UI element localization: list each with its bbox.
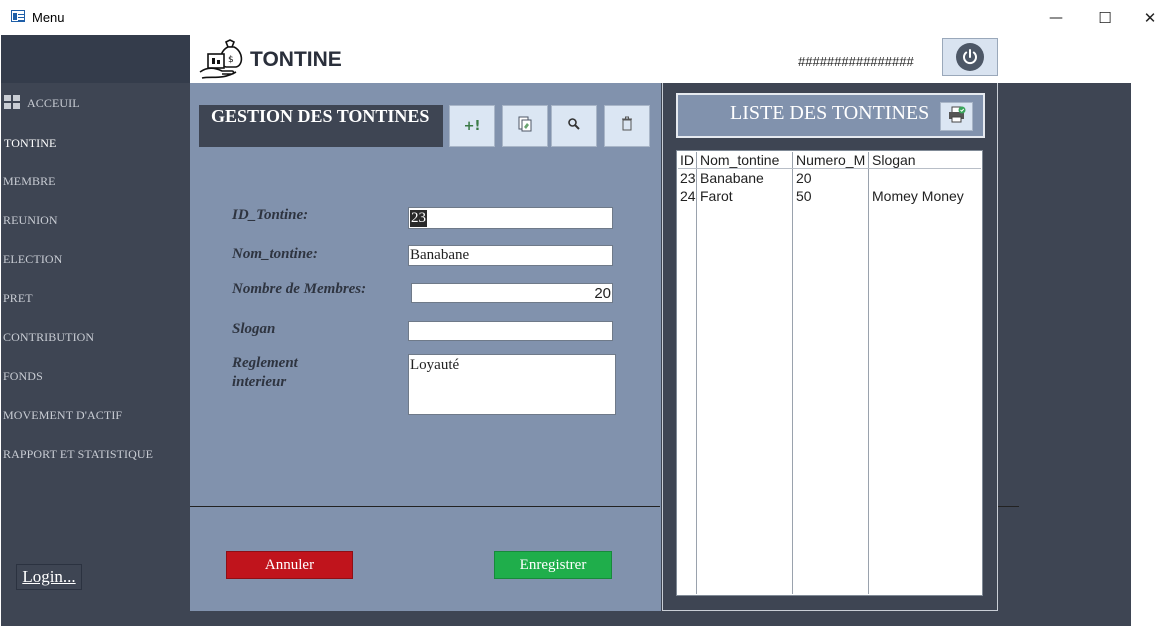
tontine-list[interactable] (676, 150, 983, 596)
window-title: Menu (32, 10, 65, 25)
sidebar-item-tontine[interactable]: TONTINE (4, 136, 56, 151)
add-button[interactable]: +! (449, 105, 495, 147)
edit-document-icon (516, 115, 534, 138)
column-header-nom-tontine[interactable]: Nom_tontine (700, 152, 792, 168)
column-header-numero-m[interactable]: Numero_M (796, 152, 868, 168)
header-divider (678, 168, 981, 169)
list-title: LISTE DES TONTINES (730, 102, 930, 124)
trash-icon (620, 116, 634, 137)
nom-tontine-label: Nom_tontine: (232, 246, 318, 262)
list-cell-id[interactable]: 23 (680, 170, 696, 186)
interieur-label: interieur (232, 374, 287, 390)
title-bar (0, 0, 1169, 35)
reglement-interieur-field[interactable]: Loyauté (408, 354, 616, 415)
app-form-icon (11, 10, 25, 22)
slogan-field[interactable] (408, 321, 613, 341)
sidebar-item-pret[interactable]: PRET (3, 291, 33, 306)
nombre-membres-label: Nombre de Membres: (232, 281, 367, 297)
column-divider (792, 152, 793, 594)
list-cell-nom[interactable]: Banabane (700, 170, 792, 186)
sidebar-item-election[interactable]: ELECTION (3, 252, 62, 267)
id-tontine-field[interactable]: 23 (408, 207, 613, 229)
edit-button[interactable] (502, 105, 548, 147)
column-divider (868, 152, 869, 594)
form-panel (190, 83, 661, 611)
form-title: GESTION DES TONTINES (199, 105, 443, 147)
sidebar-item-fonds[interactable]: FONDS (3, 369, 43, 384)
divider (190, 506, 660, 507)
sidebar-item-movement-actif[interactable]: MOVEMENT D'ACTIF (3, 408, 122, 423)
sidebar-item-rapport-statistique[interactable]: RAPPORT ET STATISTIQUE (3, 447, 153, 462)
money-bag-logo-icon: $ (198, 38, 244, 82)
search-button[interactable] (551, 105, 597, 147)
list-cell-numero[interactable]: 50 (796, 188, 868, 204)
column-divider (696, 152, 697, 594)
column-header-id[interactable]: ID (680, 152, 696, 168)
id-tontine-value: 23 (410, 209, 427, 227)
brand-title: TONTINE (250, 48, 342, 71)
sidebar-header (1, 35, 190, 83)
nombre-membres-field[interactable]: 20 (411, 283, 613, 303)
list-cell-id[interactable]: 24 (680, 188, 696, 204)
cancel-button[interactable]: Annuler (226, 551, 353, 579)
print-icon (947, 105, 967, 128)
reglement-label: Reglement (232, 355, 298, 371)
list-cell-nom[interactable]: Farot (700, 188, 792, 204)
add-icon: +! (463, 118, 481, 134)
divider (998, 506, 1019, 507)
list-cell-numero[interactable]: 20 (796, 170, 868, 186)
sidebar-item-contribution[interactable]: CONTRIBUTION (3, 330, 94, 345)
sidebar-item-acceuil[interactable]: ACCEUIL (27, 96, 80, 111)
sidebar-item-reunion[interactable]: REUNION (3, 213, 58, 228)
login-button[interactable]: Login... (16, 564, 82, 590)
svg-text:$: $ (228, 55, 234, 65)
sidebar-item-membre[interactable]: MEMBRE (3, 174, 56, 189)
print-button[interactable] (940, 102, 973, 131)
delete-button[interactable] (604, 105, 650, 147)
power-icon (956, 43, 984, 71)
nom-tontine-value: Banabane (410, 247, 470, 263)
nom-tontine-field[interactable]: Banabane (408, 245, 613, 266)
reglement-interieur-value: Loyauté (410, 357, 460, 373)
power-button[interactable] (942, 38, 998, 76)
maximize-button[interactable]: ☐ (1090, 6, 1120, 30)
id-tontine-label: ID_Tontine: (232, 207, 309, 223)
home-grid-icon (4, 95, 20, 110)
user-display: ################ (798, 54, 914, 69)
save-button[interactable]: Enregistrer (494, 551, 612, 579)
search-icon (566, 116, 582, 137)
slogan-label: Slogan (232, 321, 276, 337)
close-button[interactable]: ✕ (1135, 6, 1165, 30)
minimize-button[interactable]: — (1041, 6, 1071, 30)
nombre-membres-value: 20 (594, 284, 611, 302)
list-cell-slogan[interactable]: Momey Money (872, 188, 980, 204)
column-header-slogan[interactable]: Slogan (872, 152, 980, 168)
